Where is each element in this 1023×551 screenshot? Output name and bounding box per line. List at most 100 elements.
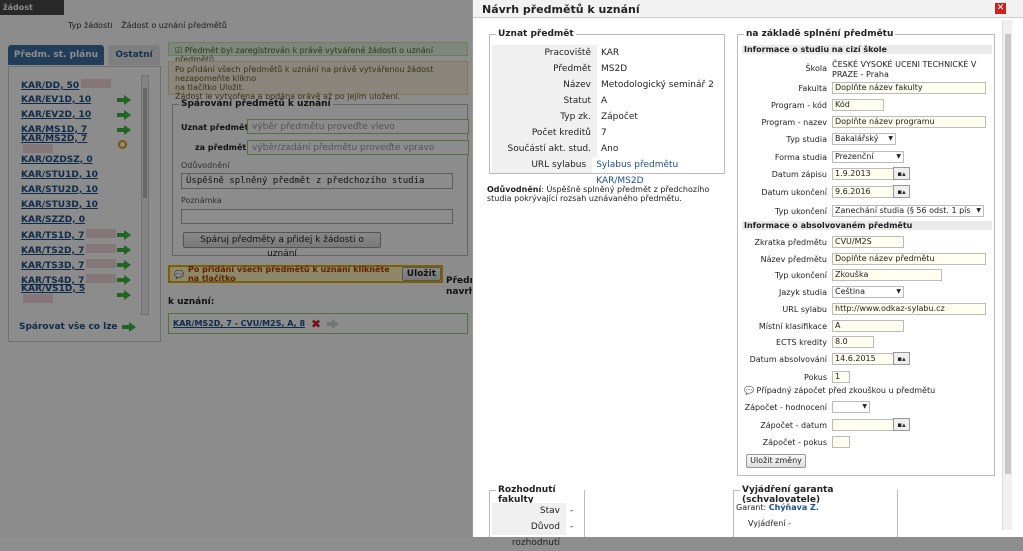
language-select[interactable]: Čeština — [832, 286, 904, 298]
subject-link[interactable]: KAR/EV1D, 10 — [21, 95, 91, 105]
arrow-right-icon[interactable] — [117, 244, 131, 255]
credit-note: 💬 Případný zápočet před zkouškou u předm… — [744, 386, 936, 395]
subject-item[interactable]: KAR/VS1D, 5 — [21, 284, 131, 303]
calendar-icon[interactable]: ▪▴ — [893, 352, 910, 365]
scrollbar[interactable] — [1002, 20, 1012, 530]
completion-date-input[interactable]: 14.6.2015 — [832, 353, 894, 365]
credit-date-input[interactable] — [832, 419, 894, 431]
program-name-label: Program - nazev — [761, 118, 827, 127]
breadcrumb-item[interactable]: Typ žádosti — [68, 21, 113, 30]
fakulta-input[interactable]: Doplňte název fakulty — [832, 82, 986, 94]
end-date-input[interactable]: 9.6.2016 — [832, 186, 894, 198]
save-button[interactable]: Uložit — [401, 267, 441, 281]
syllabus-link[interactable]: Sylabus předmětu KAR/MS2D — [592, 157, 722, 186]
subject-list: KAR/DD, 50 KAR/EV1D, 10 KAR/EV2D, 10 KAR/MS… — [21, 77, 131, 303]
subject-link[interactable]: KAR/VS1D, 5 — [21, 284, 85, 294]
warning-message: Po přidání všech předmětů k uznání na pr… — [168, 61, 468, 101]
arrow-right-icon[interactable] — [327, 318, 340, 329]
dialog-title: Návrh předmětů k uznání — [482, 3, 640, 16]
hidden-text: navrh — [446, 287, 476, 297]
oduvodneni-textarea[interactable]: Úspěšně splněný předmět z předchozího st… — [181, 173, 453, 189]
poznamka-textarea[interactable] — [181, 209, 453, 224]
plan-bar — [23, 143, 53, 153]
pair-button[interactable]: Spáruj předměty a přidej k žádosti o uzn… — [183, 232, 381, 259]
arrow-right-icon[interactable] — [117, 289, 131, 300]
guarantor-link[interactable]: Chýňava Z. — [769, 503, 819, 512]
subject-link[interactable]: KAR/STU1D, 10 — [21, 170, 98, 180]
completion-type-input[interactable]: Zkouška — [832, 269, 942, 281]
calendar-icon[interactable]: ▪▴ — [893, 167, 910, 180]
scrollbar[interactable] — [141, 75, 149, 315]
subject-link[interactable]: KAR/TS2D, 7 — [21, 246, 84, 256]
pair-all-link[interactable]: Spárovat vše co lze — [19, 322, 136, 332]
credit-grade-select[interactable] — [832, 401, 870, 413]
program-name-input[interactable]: Doplňte název programu — [832, 116, 986, 128]
arrow-right-icon[interactable] — [117, 229, 131, 240]
calendar-icon[interactable]: ▪▴ — [893, 418, 910, 431]
subject-link[interactable]: KAR/STU3D, 10 — [21, 200, 98, 210]
subject-link[interactable]: KAR/MS2D, 7 — [21, 134, 87, 144]
plan-bar — [86, 273, 117, 283]
row-key: Počet kreditů — [492, 125, 597, 141]
uznat-label: Uznat předmět — [181, 123, 249, 132]
plan-bar — [23, 293, 53, 303]
arrow-right-icon[interactable] — [117, 109, 131, 120]
url-input[interactable]: http://www.odkaz-sylabu.cz — [832, 303, 986, 315]
course-abbr-input[interactable]: CVU/M2S — [832, 236, 904, 248]
attempt-input[interactable]: 1 — [832, 371, 850, 383]
subject-detail-row: Název Metodologický seminář 2 — [492, 77, 722, 93]
arrow-right-icon[interactable] — [117, 259, 131, 270]
subject-link[interactable]: KAR/TS3D, 7 — [21, 261, 84, 271]
calendar-icon[interactable]: ▪▴ — [893, 185, 910, 198]
subject-item[interactable]: KAR/EV1D, 10 — [21, 92, 131, 107]
delete-icon[interactable]: ✖ — [311, 317, 321, 331]
subject-item[interactable]: KAR/SZZD, 0 — [21, 212, 131, 227]
subject-item[interactable]: KAR/MS2D, 7 — [21, 134, 131, 153]
enroll-date-input[interactable]: 1.9.2013 — [832, 168, 894, 180]
pairing-fieldset: Spárování předmětů k uznání Uznat předmě… — [172, 99, 469, 259]
za-label: za předmět — [195, 143, 247, 152]
course-name-input[interactable]: Doplňte název předmětu — [832, 253, 986, 265]
row-value: MS2D — [601, 64, 628, 74]
arrow-right-icon[interactable] — [117, 274, 131, 285]
subject-link[interactable]: KAR/DD, 50 — [21, 81, 79, 91]
subject-item[interactable]: KAR/TS3D, 7 — [21, 257, 131, 272]
faculty-fieldset: Rozhodnutí fakulty Stav - Důvod rozhodnut… — [489, 485, 585, 548]
ects-input[interactable]: 8.0 — [832, 336, 874, 348]
subject-item[interactable]: KAR/STU1D, 10 — [21, 167, 131, 182]
save-changes-button[interactable]: Uložit změny — [746, 454, 806, 468]
study-type-select[interactable]: Bakalářský — [832, 133, 896, 145]
record-link[interactable]: KAR/MS2D, 7 - CVU/M2S, A, 8 — [173, 319, 305, 328]
tab-other[interactable]: Ostatní — [108, 45, 160, 65]
credit-attempt-input[interactable] — [832, 436, 850, 448]
skola-value: ČESKÉ VYSOKÉ UCENI TECHNICKÉ V PRAZE - Pr… — [832, 60, 977, 79]
subject-link[interactable]: KAR/OZDSZ, 0 — [21, 155, 93, 165]
row-key: Statut — [492, 93, 597, 109]
subject-item[interactable]: KAR/STU3D, 10 — [21, 197, 131, 212]
subject-item[interactable]: KAR/TS2D, 7 — [21, 242, 131, 257]
subject-item[interactable]: KAR/TS1D, 7 — [21, 227, 131, 242]
subject-item[interactable]: KAR/STU2D, 10 — [21, 182, 131, 197]
subject-legend: Uznat předmět — [496, 29, 576, 39]
subject-link[interactable]: KAR/EV2D, 10 — [21, 110, 91, 120]
local-grade-input[interactable]: A — [832, 320, 904, 332]
recognition-record: KAR/MS2D, 7 - CVU/M2S, A, 8 ✖ — [168, 313, 468, 334]
subject-link[interactable]: KAR/SZZD, 0 — [21, 215, 85, 225]
arrow-right-icon[interactable] — [117, 94, 131, 105]
subject-fieldset: Uznat předmět Pracoviště KAR Předmět MS2D Ná… — [489, 29, 725, 186]
uznat-input[interactable]: výběr předmětu proveďte vlevo — [247, 119, 469, 134]
breadcrumb-item[interactable]: Žádost o uznání předmětů — [121, 21, 227, 30]
arrow-right-icon[interactable] — [117, 124, 131, 135]
subject-link[interactable]: KAR/STU2D, 10 — [21, 185, 98, 195]
study-form-select[interactable]: Prezenční — [832, 151, 904, 163]
end-date-label: Datum ukončení — [761, 188, 827, 197]
tab-study-plan[interactable]: Předm. st. plánu — [8, 45, 104, 65]
program-code-input[interactable]: Kód — [832, 99, 884, 111]
close-icon[interactable]: ✕ — [995, 3, 1006, 14]
subject-item[interactable]: KAR/DD, 50 — [21, 77, 131, 92]
termination-type-select[interactable]: Zanechání studia (§ 56 odst. 1 pís — [832, 205, 984, 217]
subject-link[interactable]: KAR/TS1D, 7 — [21, 231, 84, 241]
za-input[interactable]: výběr/zadání předmětu proveďte vpravo — [247, 140, 469, 155]
attempt-label: Pokus — [803, 373, 827, 382]
subject-item[interactable]: KAR/EV2D, 10 — [21, 107, 131, 122]
